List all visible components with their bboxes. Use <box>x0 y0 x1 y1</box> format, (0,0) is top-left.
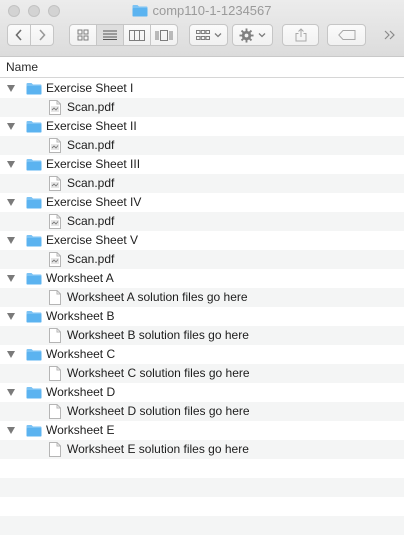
double-chevron-icon <box>384 30 395 40</box>
gear-icon <box>239 27 254 43</box>
disclosure-triangle-icon[interactable] <box>7 199 15 206</box>
folder-name: Exercise Sheet I <box>46 81 134 95</box>
file-row[interactable]: Scan.pdf <box>0 98 404 117</box>
window-toolbar: comp110-1-1234567 <box>0 0 404 57</box>
disclosure-triangle-icon[interactable] <box>7 389 15 396</box>
folder-icon <box>132 4 148 22</box>
folder-name: Exercise Sheet III <box>46 157 141 171</box>
folder-row[interactable]: Worksheet C <box>0 345 404 364</box>
file-name: Worksheet E solution files go here <box>67 442 249 456</box>
arrange-grid-icon <box>195 29 210 40</box>
file-row[interactable]: Scan.pdf <box>0 250 404 269</box>
folder-row[interactable]: Worksheet B <box>0 307 404 326</box>
file-row[interactable]: Worksheet E solution files go here <box>0 440 404 459</box>
disclosure-triangle-icon[interactable] <box>7 237 15 244</box>
window-title: comp110-1-1234567 <box>152 3 272 18</box>
list-view-button[interactable] <box>96 24 124 46</box>
disclosure-triangle-icon[interactable] <box>7 351 15 358</box>
file-name: Scan.pdf <box>67 138 115 152</box>
file-row[interactable]: Scan.pdf <box>0 212 404 231</box>
folder-row[interactable]: Exercise Sheet II <box>0 117 404 136</box>
file-row[interactable]: Worksheet B solution files go here <box>0 326 404 345</box>
folder-row[interactable]: Exercise Sheet IV <box>0 193 404 212</box>
view-mode-segment <box>69 24 178 46</box>
file-name: Worksheet D solution files go here <box>67 404 250 418</box>
empty-row <box>0 459 404 478</box>
file-name: Scan.pdf <box>67 176 115 190</box>
file-row[interactable]: Scan.pdf <box>0 136 404 155</box>
empty-row <box>0 478 404 497</box>
toolbar-overflow-button[interactable] <box>384 27 396 43</box>
file-name: Worksheet C solution files go here <box>67 366 250 380</box>
folder-row[interactable]: Worksheet A <box>0 269 404 288</box>
file-row[interactable]: Worksheet D solution files go here <box>0 402 404 421</box>
file-name: Scan.pdf <box>67 100 115 114</box>
disclosure-triangle-icon[interactable] <box>7 313 15 320</box>
disclosure-triangle-icon[interactable] <box>7 275 15 282</box>
folder-name: Exercise Sheet II <box>46 119 137 133</box>
disclosure-triangle-icon[interactable] <box>7 427 15 434</box>
navigation-segment <box>7 24 54 46</box>
folder-name: Worksheet D <box>46 385 116 399</box>
file-name: Scan.pdf <box>67 214 115 228</box>
action-button[interactable] <box>232 24 273 46</box>
folder-row[interactable]: Exercise Sheet I <box>0 79 404 98</box>
chevron-down-icon <box>258 33 266 38</box>
file-name: Scan.pdf <box>67 252 115 266</box>
empty-row <box>0 497 404 516</box>
file-row[interactable]: Scan.pdf <box>0 174 404 193</box>
folder-row[interactable]: Worksheet E <box>0 421 404 440</box>
folder-name: Worksheet C <box>46 347 116 361</box>
disclosure-triangle-icon[interactable] <box>7 123 15 130</box>
disclosure-triangle-icon[interactable] <box>7 161 15 168</box>
folder-name: Worksheet B <box>46 309 115 323</box>
back-button[interactable] <box>7 24 31 46</box>
chevron-left-icon <box>15 29 22 41</box>
folder-row[interactable]: Exercise Sheet V <box>0 231 404 250</box>
tag-icon <box>337 30 355 40</box>
folder-name: Exercise Sheet IV <box>46 195 142 209</box>
cover-flow-button[interactable] <box>150 24 178 46</box>
column-header-label: Name <box>6 60 39 74</box>
folder-row[interactable]: Worksheet D <box>0 383 404 402</box>
window-title-area: comp110-1-1234567 <box>0 2 404 22</box>
columns-icon <box>129 29 145 41</box>
share-icon <box>295 28 306 42</box>
arrange-button[interactable] <box>189 24 228 46</box>
file-name: Worksheet B solution files go here <box>67 328 249 342</box>
file-row[interactable]: Worksheet C solution files go here <box>0 364 404 383</box>
chevron-down-icon <box>214 33 221 38</box>
folder-name: Exercise Sheet V <box>46 233 139 247</box>
folder-row[interactable]: Exercise Sheet III <box>0 155 404 174</box>
grid-icon <box>77 29 89 41</box>
folder-name: Worksheet E <box>46 423 115 437</box>
share-button[interactable] <box>282 24 319 46</box>
cover-flow-icon <box>155 29 173 41</box>
empty-row <box>0 516 404 535</box>
forward-button[interactable] <box>30 24 54 46</box>
file-row[interactable]: Worksheet A solution files go here <box>0 288 404 307</box>
folder-name: Worksheet A <box>46 271 114 285</box>
name-column-header[interactable]: Name <box>0 57 404 78</box>
icon-view-button[interactable] <box>69 24 97 46</box>
tags-button[interactable] <box>327 24 366 46</box>
file-list: Exercise Sheet I Scan.pdf Exercise Sheet I… <box>0 79 404 535</box>
list-icon <box>103 30 117 40</box>
disclosure-triangle-icon[interactable] <box>7 85 15 92</box>
chevron-right-icon <box>39 29 46 41</box>
column-view-button[interactable] <box>123 24 151 46</box>
file-name: Worksheet A solution files go here <box>67 290 248 304</box>
